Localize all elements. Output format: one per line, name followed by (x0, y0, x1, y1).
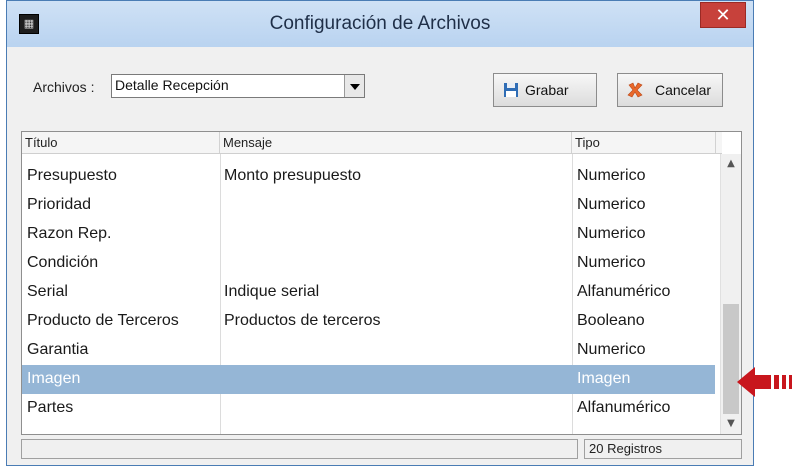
status-bar: 20 Registros (21, 439, 742, 461)
cell-titulo: Presupuesto (27, 167, 117, 184)
floppy-disk-icon (504, 83, 518, 97)
archivos-label: Archivos : (33, 79, 95, 95)
save-button[interactable]: Grabar (493, 73, 597, 107)
chevron-down-icon[interactable] (344, 75, 364, 97)
cell-titulo: Serial (27, 283, 68, 300)
archivos-dropdown[interactable]: Detalle Recepción (111, 74, 365, 98)
cell-tipo: Numerico (577, 225, 646, 242)
cell-titulo: Partes (27, 399, 74, 416)
files-table[interactable]: Título Mensaje Tipo Presupuesto Monto pr… (21, 131, 742, 435)
scroll-down-icon[interactable]: ▼ (721, 414, 741, 434)
table-row[interactable]: Producto de Terceros Productos de tercer… (22, 307, 715, 336)
cell-titulo: Condición (27, 254, 99, 271)
cell-mensaje: Monto presupuesto (224, 167, 361, 184)
cancel-button-label: Cancelar (655, 82, 712, 98)
table-row[interactable]: Condición Numerico (22, 249, 715, 278)
status-panel (21, 439, 578, 459)
cell-tipo: Booleano (577, 312, 645, 329)
cell-tipo: Imagen (577, 370, 631, 387)
cell-tipo: Alfanumérico (577, 283, 671, 300)
table-row[interactable]: Serial Indique serial Alfanumérico (22, 278, 715, 307)
cell-tipo: Alfanumérico (577, 399, 671, 416)
cell-tipo: Numerico (577, 196, 646, 213)
column-header-titulo[interactable]: Título (22, 132, 220, 153)
cell-titulo: Producto de Terceros (27, 312, 179, 329)
table-row[interactable]: Presupuesto Monto presupuesto Numerico (22, 162, 715, 191)
cell-mensaje: Productos de terceros (224, 312, 381, 329)
red-arrow-icon (737, 367, 792, 397)
dialog-window: ▦ Configuración de Archivos ✕ Archivos :… (6, 0, 754, 466)
column-header-tipo[interactable]: Tipo (572, 132, 716, 153)
cell-tipo: Numerico (577, 167, 646, 184)
close-button[interactable]: ✕ (700, 2, 746, 28)
table-row[interactable]: Garantia Numerico (22, 336, 715, 365)
record-count: 20 Registros (584, 439, 742, 459)
cell-titulo: Prioridad (27, 196, 92, 213)
title-bar[interactable]: ▦ Configuración de Archivos ✕ (7, 1, 753, 47)
cell-titulo: Razon Rep. (27, 225, 112, 242)
cell-titulo: Imagen (27, 370, 81, 387)
table-row[interactable]: Prioridad Numerico (22, 191, 715, 220)
window-title: Configuración de Archivos (269, 13, 491, 34)
column-header-mensaje[interactable]: Mensaje (220, 132, 572, 153)
cell-tipo: Numerico (577, 254, 646, 271)
cell-tipo: Numerico (577, 341, 646, 358)
scroll-up-icon[interactable]: ▲ (721, 154, 741, 174)
save-button-label: Grabar (525, 82, 569, 98)
table-header: Título Mensaje Tipo (22, 132, 722, 154)
archivos-selected-value: Detalle Recepción (115, 77, 229, 93)
table-row[interactable]: Razon Rep. Numerico (22, 220, 715, 249)
table-row[interactable]: Partes Alfanumérico (22, 394, 715, 423)
table-row-selected[interactable]: Imagen Imagen (22, 365, 715, 394)
cell-mensaje: Indique serial (224, 283, 320, 300)
cancel-button[interactable]: Cancelar (617, 73, 723, 107)
cancel-x-icon (627, 82, 643, 98)
cell-titulo: Garantia (27, 341, 89, 358)
